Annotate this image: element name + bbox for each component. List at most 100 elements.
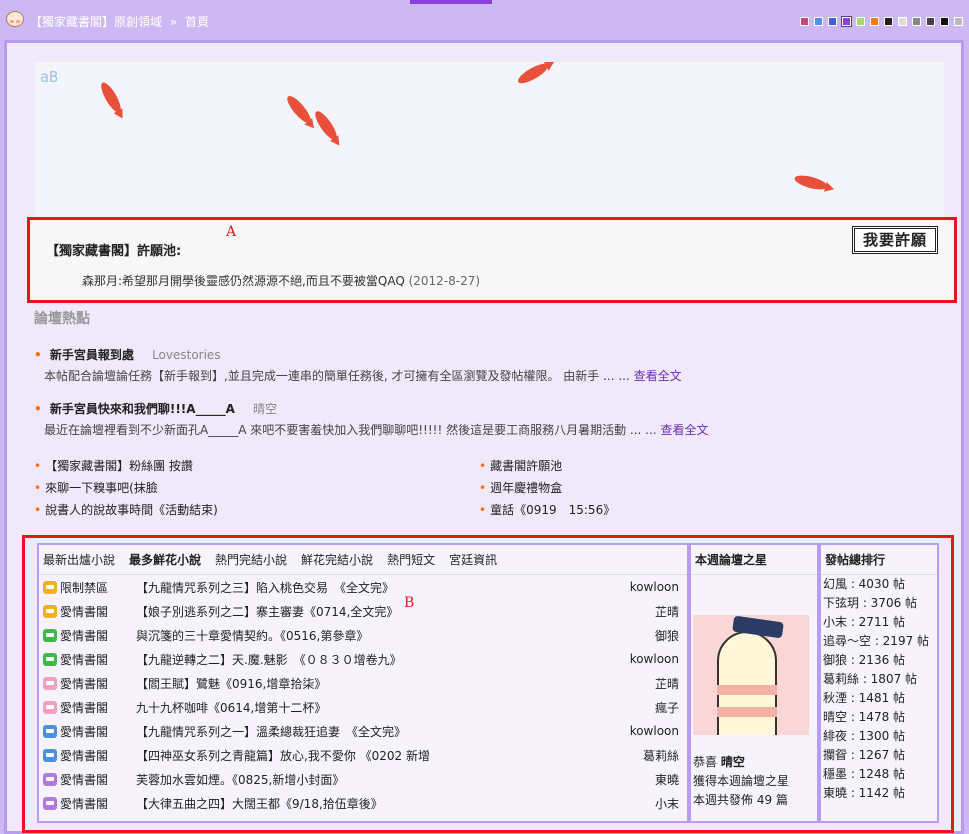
ranking-row[interactable]: 追尋～空 : 2197 帖 (823, 632, 937, 651)
novel-title-link[interactable]: 【九龍情咒系列之一】溫柔總裁狂追妻 《全文完》 (136, 723, 623, 740)
novel-title-link[interactable]: 【大律五曲之四】大闊王都《9/18,拾伍章後》 (136, 795, 623, 812)
novel-title-link[interactable]: 與沉箋的三十章愛情契約。《0516,第參章》 (136, 627, 623, 644)
novel-list-panel: 最新出爐小說 最多鮮花小說 熱門完結小說 鮮花完結小說 熱門短文 宮廷資訊 B 限制禁區【… (37, 543, 689, 823)
novel-forum-link[interactable]: 愛情書閣 (60, 627, 136, 644)
novel-tab[interactable]: 最多鮮花小說 (129, 551, 201, 568)
read-more-link[interactable]: 查看全文 (634, 369, 682, 383)
annotation-marker-b: B (404, 595, 415, 611)
novel-title-link[interactable]: 【九龍逆轉之二】天.魔.魅影 《０８３０增卷九》 (136, 651, 623, 668)
koi-fish-icon (97, 80, 125, 115)
star-user-link[interactable]: 晴空 (721, 755, 745, 769)
theme-swatch[interactable] (912, 17, 921, 26)
novel-author-link[interactable]: kowloon (623, 580, 687, 594)
novel-forum-link[interactable]: 愛情書閣 (60, 795, 136, 812)
hot-link[interactable]: 來聊一下糗事吧(抹臉 (34, 479, 158, 496)
novel-forum-link[interactable]: 愛情書閣 (60, 771, 136, 788)
novel-tab[interactable]: 熱門完結小說 (215, 551, 287, 568)
novel-tab[interactable]: 熱門短文 (387, 551, 435, 568)
novel-forum-link[interactable]: 愛情書閣 (60, 747, 136, 764)
read-more-link[interactable]: 查看全文 (660, 423, 708, 437)
ranking-row[interactable]: 御狼 : 2136 帖 (823, 651, 937, 670)
novel-author-link[interactable]: 小末 (623, 795, 687, 812)
theme-swatch[interactable] (898, 17, 907, 26)
post-ranking-panel: 發帖總排行 幻風 : 4030 帖下弦玥 : 3706 帖小末 : 2711 帖… (819, 543, 939, 823)
hot-link[interactable]: 童話《0919 15:56》 (479, 501, 615, 518)
theme-swatch[interactable] (800, 17, 809, 26)
ranking-row[interactable]: 緋夜 : 1300 帖 (823, 727, 937, 746)
ranking-row[interactable]: 小末 : 2711 帖 (823, 613, 937, 632)
hot-item: 新手宮員報到處 Lovestories 本帖配合論壇論任務【新手報到】,並且完成… (34, 346, 734, 384)
hot-item-author-link[interactable]: Lovestories (152, 348, 221, 362)
ranking-row[interactable]: 秋湮 : 1481 帖 (823, 689, 937, 708)
avatar-stripe (717, 685, 777, 695)
post-ranking-list: 幻風 : 4030 帖下弦玥 : 3706 帖小末 : 2711 帖追尋～空 :… (821, 575, 937, 803)
hot-item-title-link[interactable]: 新手宮員快來和我們聊!!!A_____A (50, 402, 235, 416)
main-container: aB A 【獨家藏書閣】許願池: 森那月:希望那月開學後靈感仍然源源不絕,而且不… (4, 40, 964, 834)
novel-title-link[interactable]: 【娘子別逃系列之二】寨主審妻《0714,全文完》 (136, 603, 623, 620)
novel-forum-link[interactable]: 愛情書閣 (60, 603, 136, 620)
theme-swatch[interactable] (926, 17, 935, 26)
theme-swatch[interactable] (828, 17, 837, 26)
board-icon (43, 652, 57, 666)
wish-pool-panel: A 【獨家藏書閣】許願池: 森那月:希望那月開學後靈感仍然源源不絕,而且不要被當… (27, 217, 957, 303)
hot-link[interactable]: 說書人的說故事時間《活動結束) (34, 501, 218, 518)
ranking-row[interactable]: 下弦玥 : 3706 帖 (823, 594, 937, 613)
hot-item-desc-text: 本帖配合論壇論任務【新手報到】,並且完成一連串的簡單任務後, 才可擁有全區瀏覽及… (44, 369, 630, 383)
novel-title-link[interactable]: 【閻王賦】鷺魅《0916,增章拾柒》 (136, 675, 623, 692)
koi-fish-icon (283, 92, 315, 127)
hot-link[interactable]: 週年慶禮物盒 (479, 479, 562, 496)
theme-swatch[interactable] (940, 17, 949, 26)
novel-forum-link[interactable]: 限制禁區 (60, 579, 136, 596)
novel-forum-link[interactable]: 愛情書閣 (60, 651, 136, 668)
novel-author-link[interactable]: kowloon (623, 724, 687, 738)
novel-forum-link[interactable]: 愛情書閣 (60, 699, 136, 716)
star-line-3: 本週共發佈 49 篇 (693, 793, 788, 807)
ranking-row[interactable]: 幻風 : 4030 帖 (823, 575, 937, 594)
novel-tab[interactable]: 鮮花完結小說 (301, 551, 373, 568)
hot-item-desc: 最近在論壇裡看到不少新面孔A_____A 來吧不要害羞快加入我們聊聊吧!!!!!… (34, 421, 734, 438)
novel-author-link[interactable]: 芷晴 (623, 675, 687, 692)
theme-swatch[interactable] (884, 17, 893, 26)
novel-tabs: 最新出爐小說 最多鮮花小說 熱門完結小說 鮮花完結小說 熱門短文 宮廷資訊 (39, 545, 687, 575)
novel-author-link[interactable]: 瘋子 (623, 699, 687, 716)
theme-swatch[interactable] (814, 17, 823, 26)
novel-author-link[interactable]: 東曉 (623, 771, 687, 788)
theme-swatch[interactable] (856, 17, 865, 26)
make-wish-button[interactable]: 我要許願 (852, 226, 938, 254)
hot-item: 新手宮員快來和我們聊!!!A_____A 晴空 最近在論壇裡看到不少新面孔A__… (34, 400, 734, 438)
ranking-row[interactable]: 攔眢 : 1267 帖 (823, 746, 937, 765)
novel-forum-link[interactable]: 愛情書閣 (60, 723, 136, 740)
novel-title-link[interactable]: 【九龍情咒系列之三】陷入桃色交易 《全文完》 (136, 579, 623, 596)
novel-author-link[interactable]: 葛莉絲 (623, 747, 687, 764)
novel-title-link[interactable]: 【四神巫女系列之青龍篇】放心,我不愛你 《0202 新增 (136, 747, 623, 764)
novel-row: 愛情書閣 【四神巫女系列之青龍篇】放心,我不愛你 《0202 新增 葛莉絲 (39, 743, 687, 767)
board-icon (43, 628, 57, 642)
breadcrumb-forum[interactable]: 【獨家藏書閣】原創領域 (30, 15, 162, 29)
novel-author-link[interactable]: 御狼 (623, 627, 687, 644)
novel-tab[interactable]: 宮廷資訊 (449, 551, 497, 568)
novel-forum-link[interactable]: 愛情書閣 (60, 675, 136, 692)
forum-star-avatar[interactable] (693, 615, 809, 735)
board-icon (43, 772, 57, 786)
breadcrumb-home[interactable]: 首頁 (185, 15, 209, 29)
novel-tab[interactable]: 最新出爐小說 (43, 551, 115, 568)
novel-title-link[interactable]: 九十九杯咖啡《0614,增第十二杯》 (136, 699, 623, 716)
wish-message-text: :希望那月開學後靈感仍然源源不絕,而且不要被當QAQ (118, 274, 405, 288)
hot-item-author-link[interactable]: 晴空 (253, 402, 277, 416)
board-icon (43, 700, 57, 714)
ranking-row[interactable]: 穩墨 : 1248 帖 (823, 765, 937, 784)
theme-swatch[interactable] (841, 16, 852, 27)
novel-title-link[interactable]: 芙蓉加水雲如煙。《0825,新增小封面》 (136, 771, 623, 788)
hot-item-title-link[interactable]: 新手宮員報到處 (50, 348, 134, 362)
ranking-row[interactable]: 東曉 : 1142 帖 (823, 784, 937, 803)
theme-swatch[interactable] (870, 17, 879, 26)
hot-link[interactable]: 【獨家藏書閣】粉絲團 按讚 (34, 457, 193, 474)
ranking-row[interactable]: 葛莉絲 : 1807 帖 (823, 670, 937, 689)
hot-link[interactable]: 藏書閣許願池 (479, 457, 562, 474)
wish-author-link[interactable]: 森那月 (82, 274, 118, 288)
post-ranking-title: 發帖總排行 (821, 545, 937, 575)
novel-author-link[interactable]: kowloon (623, 652, 687, 666)
novel-author-link[interactable]: 芷晴 (623, 603, 687, 620)
theme-swatch[interactable] (954, 17, 963, 26)
ranking-row[interactable]: 晴空 : 1478 帖 (823, 708, 937, 727)
